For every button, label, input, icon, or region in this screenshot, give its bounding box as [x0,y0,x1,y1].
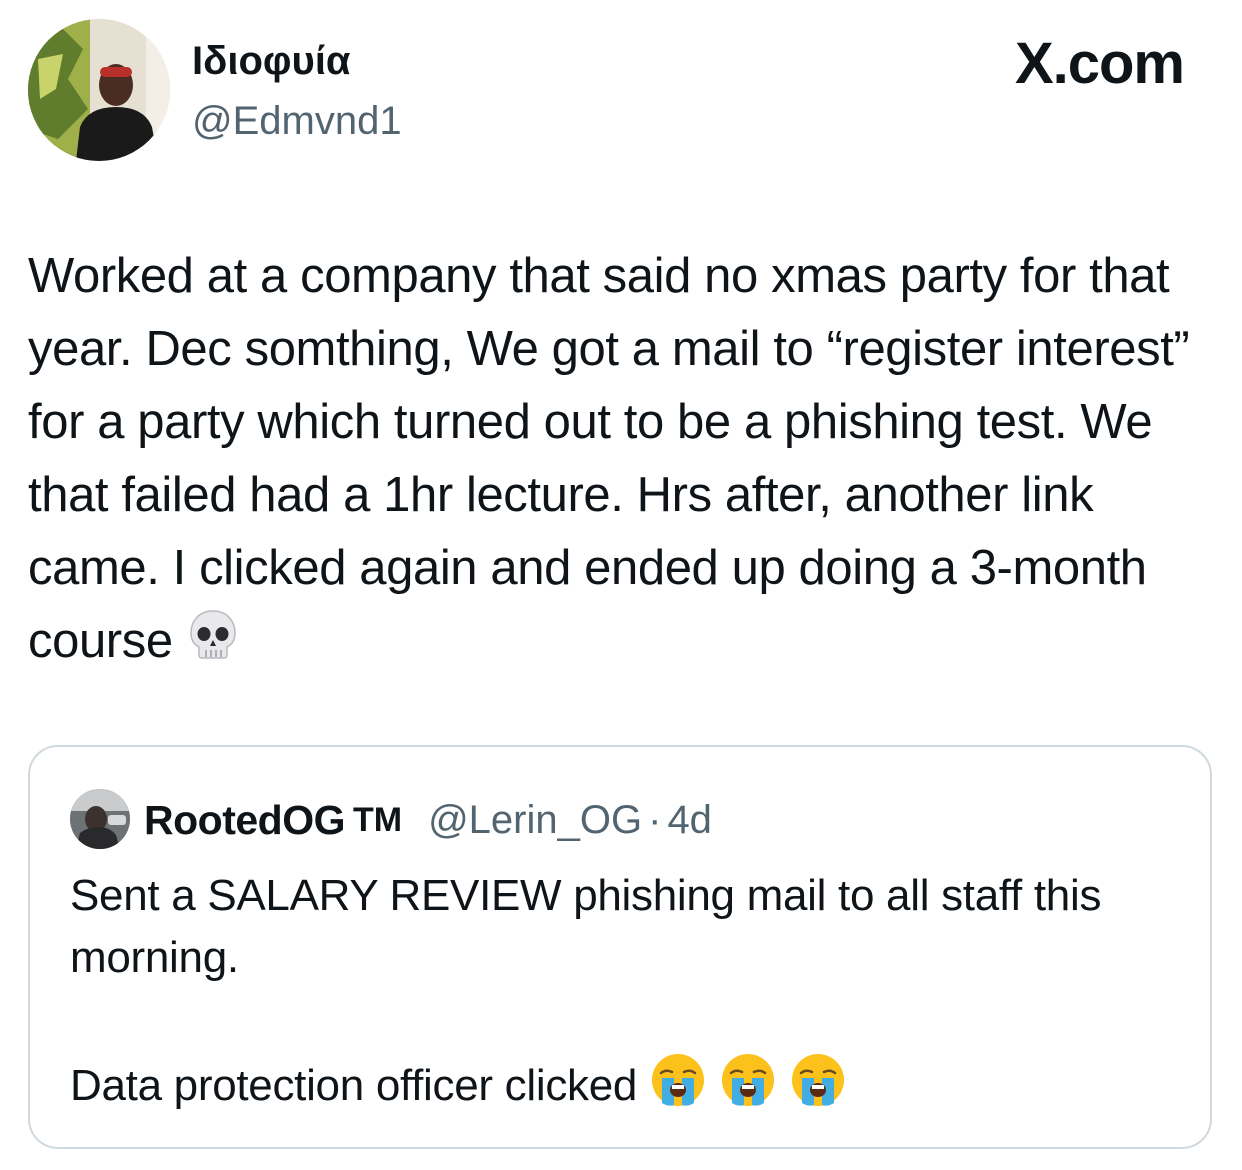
quoted-tweet-card[interactable]: RootedOG TM @Lerin_OG · 4d Sent a SALARY… [28,745,1212,1149]
loudly-crying-face-icon [649,1051,707,1126]
quoted-author-display-name[interactable]: RootedOG [144,797,345,844]
quoted-separator: · [648,797,662,842]
author-handle[interactable]: @Edmvnd1 [192,96,402,146]
x-brand-logo: X.com [1014,31,1185,96]
quoted-text-paragraph-2: Data protection officer clicked [70,1061,638,1111]
quoted-tweet-body: Sent a SALARY REVIEW phishing mail to al… [70,865,1180,1126]
loudly-crying-face-icon [789,1051,847,1126]
author-avatar[interactable] [28,19,170,161]
quoted-text-paragraph-1: Sent a SALARY REVIEW phishing mail to al… [70,871,1114,982]
tweet-text: Worked at a company that said no xmas pa… [28,249,1203,668]
loudly-crying-face-icon [719,1051,777,1126]
quoted-author-name-suffix: TM [352,800,403,839]
skull-emoji-icon [186,607,240,682]
quoted-author-avatar[interactable] [70,789,130,849]
tweet-body: Worked at a company that said no xmas pa… [28,240,1228,682]
quoted-timestamp[interactable]: 4d [667,798,712,843]
author-display-name[interactable]: Ιδιοφυία [192,36,351,86]
quoted-tweet-header: RootedOG TM @Lerin_OG · 4d [144,795,712,845]
quoted-author-handle[interactable]: @Lerin_OG [428,798,642,843]
